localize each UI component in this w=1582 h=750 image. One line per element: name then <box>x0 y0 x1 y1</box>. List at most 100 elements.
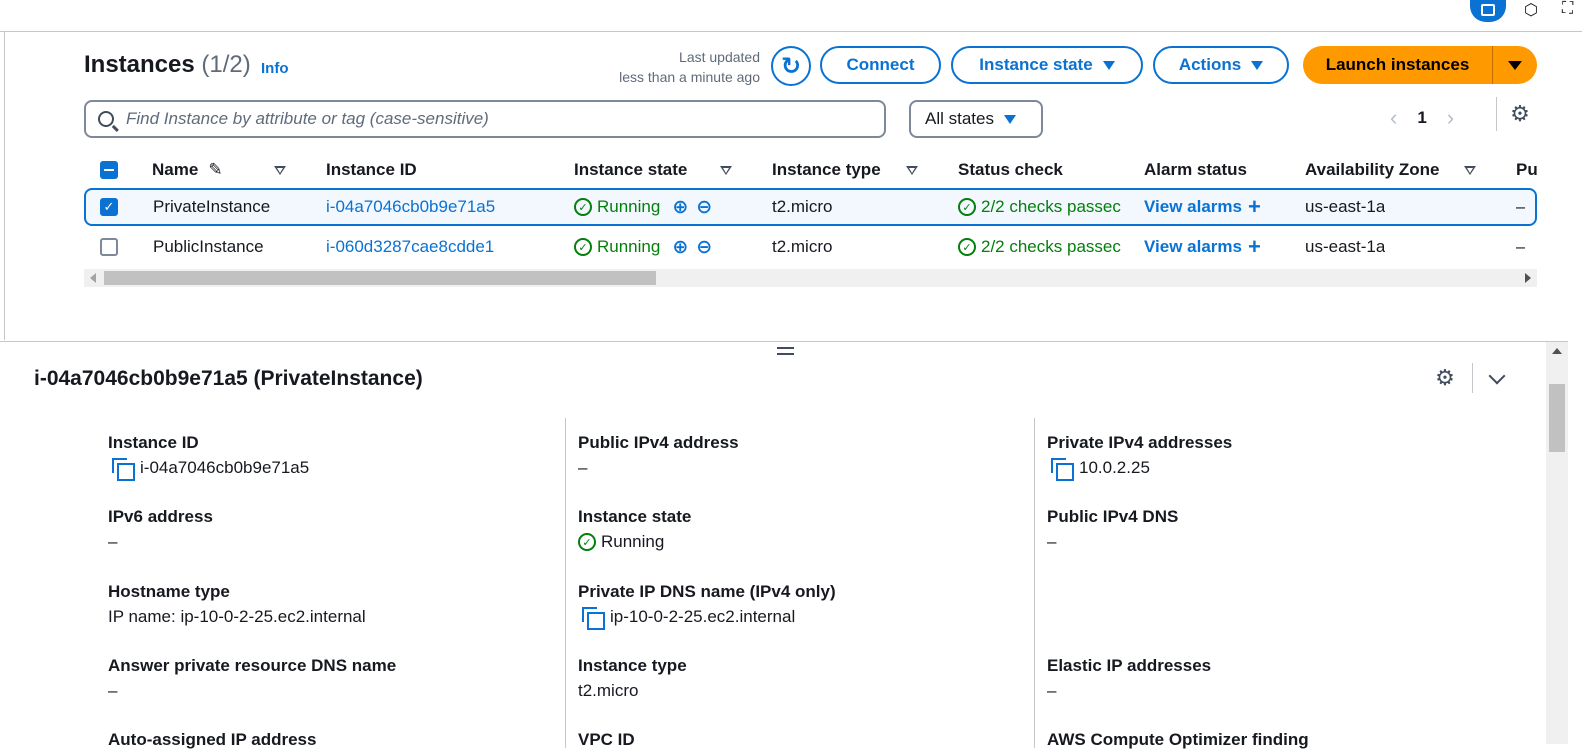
check-circle-icon: ✓ <box>578 533 596 551</box>
state-filter-value: All states <box>925 109 994 128</box>
zoom-out-icon[interactable]: ⊖ <box>696 236 712 259</box>
column-header-instance-type[interactable]: Instance type <box>772 151 881 189</box>
view-alarms-link[interactable]: View alarms + <box>1144 190 1261 224</box>
field-label: IPv6 address <box>108 507 213 526</box>
sort-icon[interactable] <box>906 151 918 189</box>
actions-button[interactable]: Actions <box>1153 46 1289 84</box>
field-value: – <box>1047 532 1057 551</box>
last-updated-label: Last updated <box>679 49 760 65</box>
launch-label[interactable]: Launch instances <box>1303 46 1493 84</box>
info-link[interactable]: Info <box>261 60 289 77</box>
row-checkbox[interactable] <box>100 228 118 266</box>
refresh-icon: ↻ <box>780 52 802 80</box>
copy-icon[interactable] <box>582 607 605 630</box>
column-header-status-check[interactable]: Status check <box>958 151 1063 189</box>
zoom-in-icon[interactable]: ⊕ <box>672 236 688 259</box>
check-circle-icon: ✓ <box>574 198 592 216</box>
table-row[interactable]: PublicInstance i-060d3287cae8cdde1 ✓ Run… <box>84 228 1537 266</box>
launch-instances-button[interactable]: Launch instances <box>1303 46 1537 84</box>
column-label: Instance ID <box>326 160 417 179</box>
field-public-ipv4: Public IPv4 address – <box>578 433 1018 478</box>
vertical-scrollbar[interactable] <box>1546 342 1568 744</box>
divider <box>1496 97 1497 131</box>
scrollbar-thumb[interactable] <box>104 271 656 285</box>
last-updated-value: less than a minute ago <box>619 69 760 85</box>
view-alarms-label: View alarms <box>1144 237 1242 256</box>
cell-status: ✓ 2/2 checks passec <box>958 190 1124 224</box>
column-header-name[interactable]: Name ✎ <box>152 151 223 189</box>
launch-dropdown[interactable] <box>1493 46 1537 84</box>
field-instance-id: Instance ID i-04a7046cb0b9e71a5 <box>108 433 548 481</box>
cell-az: us-east-1a <box>1305 237 1386 256</box>
chevron-down-icon[interactable] <box>1488 367 1506 385</box>
copy-icon[interactable] <box>112 458 135 481</box>
cell-public: – <box>1516 197 1526 216</box>
view-alarms-label: View alarms <box>1144 197 1242 216</box>
field-answer-dns: Answer private resource DNS name – <box>108 656 548 701</box>
column-header-public[interactable]: Pu <box>1516 151 1538 189</box>
column-divider <box>1034 418 1035 748</box>
row-checkbox[interactable]: ✓ <box>100 190 118 224</box>
column-label: Instance state <box>574 160 688 179</box>
cell-state: ✓ Running ⊕ ⊖ <box>574 228 712 266</box>
field-value: – <box>578 458 588 477</box>
column-header-alarm-status[interactable]: Alarm status <box>1144 151 1247 189</box>
zoom-in-icon[interactable]: ⊕ <box>672 196 688 219</box>
select-all-checkbox[interactable] <box>100 151 118 189</box>
instance-id-link[interactable]: i-04a7046cb0b9e71a5 <box>326 190 495 224</box>
table-row[interactable]: ✓ PrivateInstance i-04a7046cb0b9e71a5 ✓ … <box>84 188 1537 226</box>
column-label: Pu <box>1516 160 1538 179</box>
field-public-dns: Public IPv4 DNS – <box>1047 507 1487 552</box>
sort-icon[interactable] <box>274 151 286 189</box>
pencil-icon: ✎ <box>208 160 223 179</box>
field-label: Answer private resource DNS name <box>108 656 397 675</box>
column-label: Instance type <box>772 160 881 179</box>
refresh-button[interactable]: ↻ <box>771 46 811 86</box>
horizontal-scrollbar[interactable] <box>84 269 1537 287</box>
state-filter-select[interactable]: All states <box>909 100 1043 138</box>
column-header-availability-zone[interactable]: Availability Zone <box>1305 151 1439 189</box>
current-page[interactable]: 1 <box>1417 108 1426 128</box>
actions-label: Actions <box>1178 55 1242 74</box>
checkbox-icon <box>100 238 118 256</box>
zoom-out-icon[interactable]: ⊖ <box>696 196 712 219</box>
field-value: IP name: ip-10-0-2-25.ec2.internal <box>108 607 366 626</box>
field-label: Instance type <box>578 656 687 675</box>
checkmark-icon: ✓ <box>100 198 118 216</box>
state-text: Running <box>597 197 661 216</box>
cell-name: PrivateInstance <box>153 197 271 216</box>
instance-id-link[interactable]: i-060d3287cae8cdde1 <box>326 228 494 266</box>
checkbox-indeterminate-icon[interactable] <box>100 161 118 179</box>
expand-icon[interactable]: ⛶ <box>1562 0 1582 18</box>
instance-state-button[interactable]: Instance state <box>951 46 1143 84</box>
resize-handle-icon[interactable] <box>777 347 794 357</box>
column-header-instance-id[interactable]: Instance ID <box>326 151 417 189</box>
check-circle-icon: ✓ <box>958 238 976 256</box>
column-header-instance-state[interactable]: Instance state <box>574 151 687 189</box>
window-icon[interactable] <box>1470 0 1506 22</box>
scroll-left-icon[interactable] <box>90 273 96 283</box>
scrollbar-thumb[interactable] <box>1549 384 1565 452</box>
sort-icon[interactable] <box>720 151 732 189</box>
search-box[interactable] <box>84 100 886 138</box>
scroll-right-icon[interactable] <box>1525 273 1531 283</box>
field-label: Private IP DNS name (IPv4 only) <box>578 582 836 601</box>
gear-icon[interactable]: ⚙ <box>1509 103 1531 125</box>
view-alarms-link[interactable]: View alarms + <box>1144 228 1261 266</box>
top-icons: ⬡ ⛶ <box>1470 0 1582 22</box>
cell-name: PublicInstance <box>153 237 264 256</box>
shield-icon[interactable]: ⬡ <box>1524 0 1544 19</box>
field-instance-state: Instance state ✓ Running <box>578 507 1018 552</box>
next-page-icon[interactable]: › <box>1447 105 1454 131</box>
cell-az: us-east-1a <box>1305 197 1386 216</box>
search-input[interactable] <box>126 109 826 129</box>
connect-button[interactable]: Connect <box>820 46 941 84</box>
gear-icon[interactable]: ⚙ <box>1434 367 1456 389</box>
scroll-up-icon[interactable] <box>1552 348 1562 354</box>
sort-icon[interactable] <box>1464 151 1476 189</box>
caret-down-icon <box>1508 60 1522 70</box>
field-label: Public IPv4 DNS <box>1047 507 1179 526</box>
copy-icon[interactable] <box>1051 458 1074 481</box>
prev-page-icon[interactable]: ‹ <box>1390 105 1397 131</box>
page-title: Instances (1/2) <box>84 51 251 79</box>
